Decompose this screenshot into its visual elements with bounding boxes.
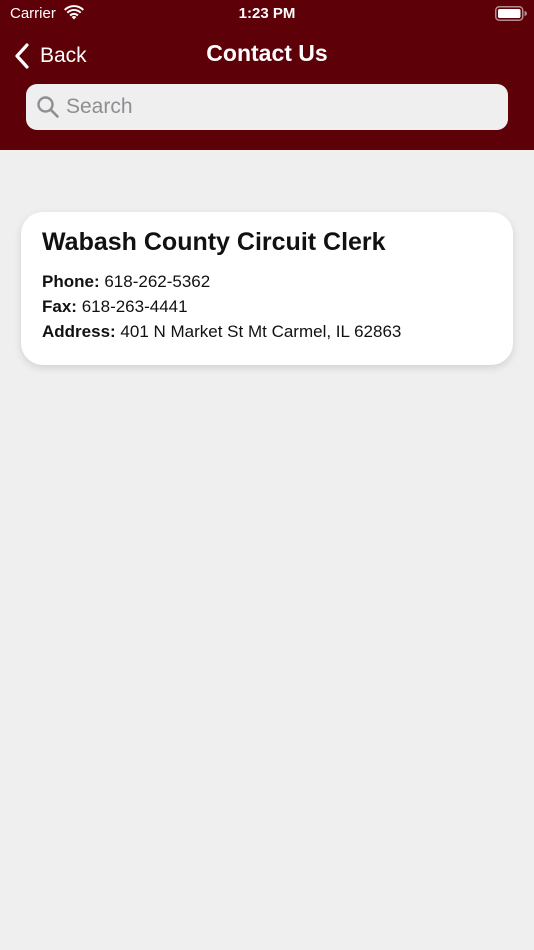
- contact-name: Wabash County Circuit Clerk: [42, 228, 386, 256]
- app-header: Carrier 1:23 PM Back Contact Us: [0, 0, 534, 150]
- navigation-bar: Back Contact Us: [0, 34, 534, 78]
- fax-value: 618-263-4441: [81, 297, 188, 316]
- status-time: 1:23 PM: [238, 5, 296, 22]
- phone-value[interactable]: 618-262-5362: [104, 272, 210, 291]
- fax-label: Fax:: [42, 297, 77, 316]
- status-bar: Carrier 1:23 PM: [0, 0, 534, 30]
- contact-fax-row: Fax: 618-263-4441: [42, 297, 188, 317]
- battery-icon: [495, 6, 527, 21]
- contact-card[interactable]: Wabash County Circuit Clerk Phone: 618-2…: [21, 212, 513, 365]
- search-input[interactable]: [66, 95, 486, 119]
- search-bar[interactable]: [26, 84, 508, 130]
- search-icon: [37, 96, 59, 118]
- contact-address-row[interactable]: Address: 401 N Market St Mt Carmel, IL 6…: [42, 322, 401, 342]
- phone-label: Phone:: [42, 272, 100, 291]
- address-label: Address:: [42, 322, 116, 341]
- page-title: Contact Us: [206, 40, 328, 66]
- address-value[interactable]: 401 N Market St Mt Carmel, IL 62863: [120, 322, 401, 341]
- contact-phone-row[interactable]: Phone: 618-262-5362: [42, 272, 210, 292]
